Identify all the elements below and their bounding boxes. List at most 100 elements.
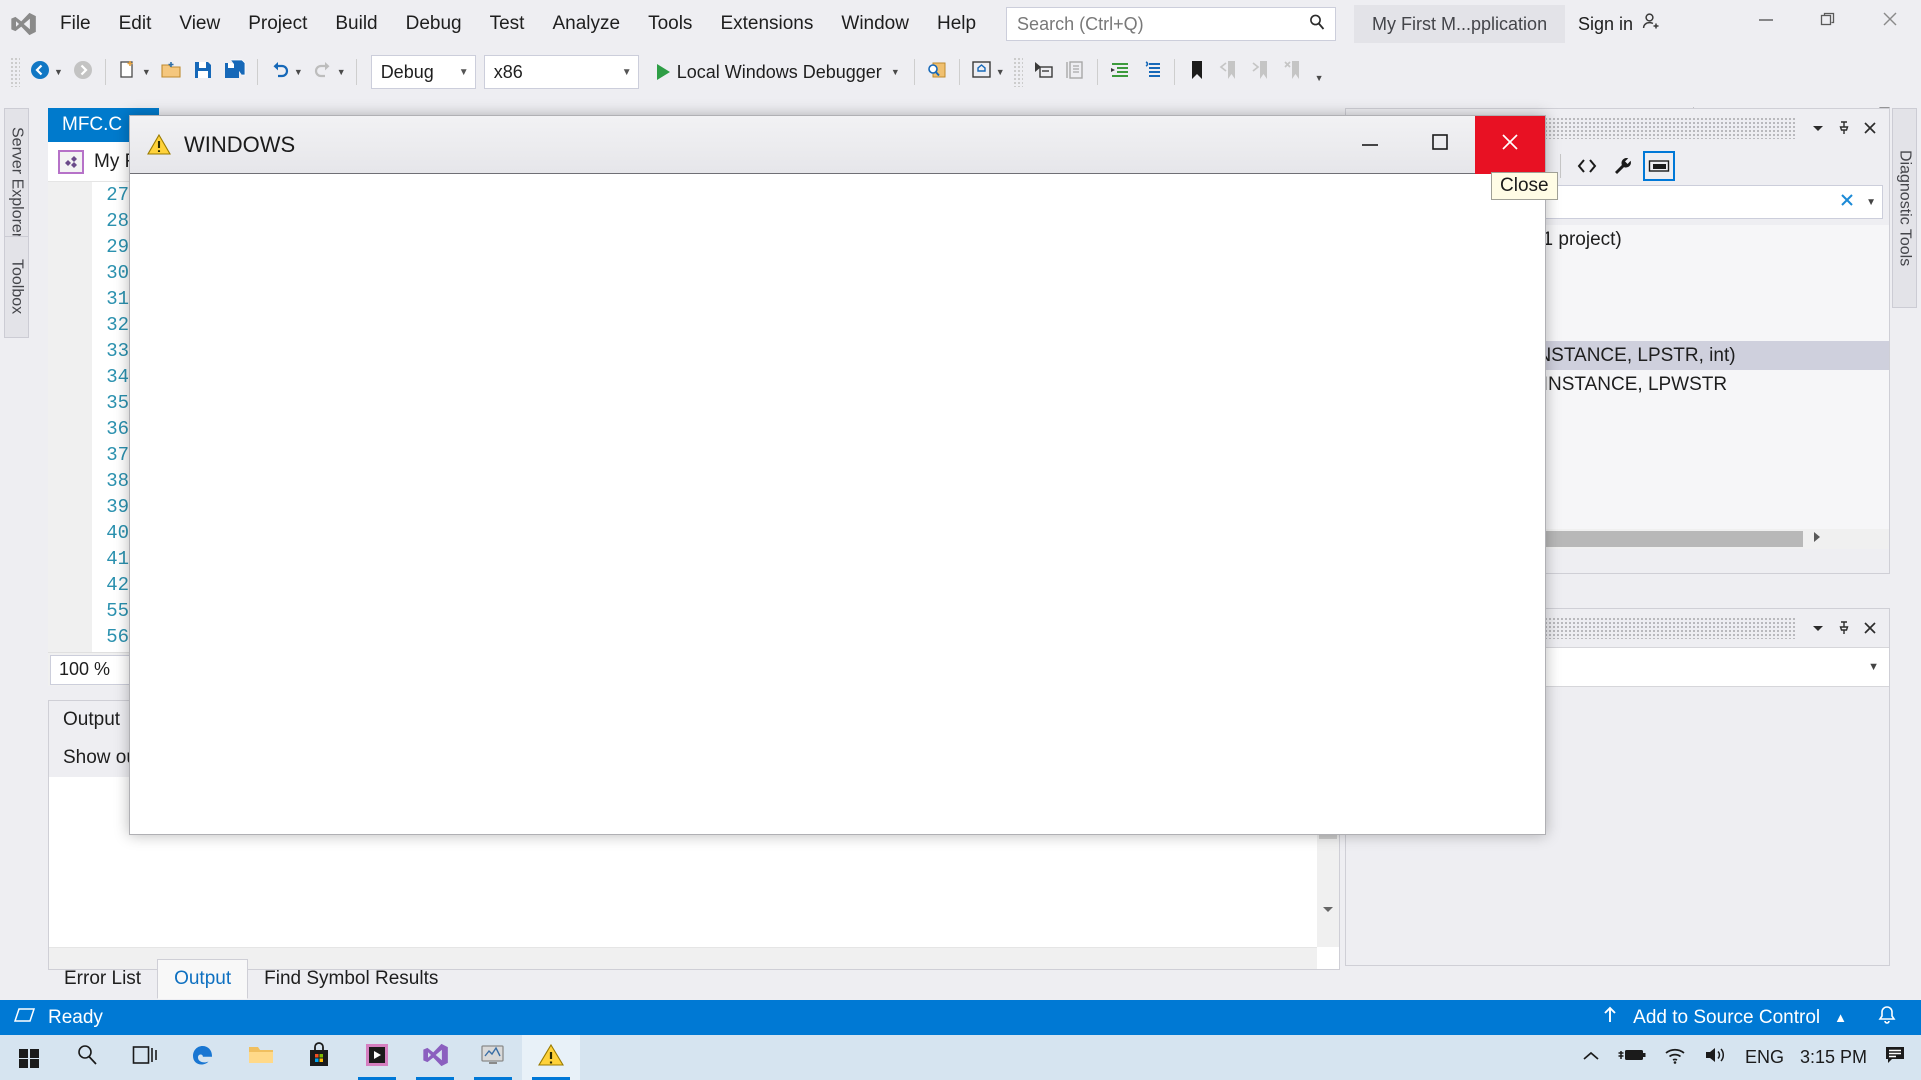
chevron-down-icon[interactable]: ▼ bbox=[996, 67, 1005, 77]
menu-item-extensions[interactable]: Extensions bbox=[706, 0, 827, 48]
task-view-button[interactable] bbox=[116, 1035, 174, 1080]
dialog-title-bar[interactable]: WINDOWS bbox=[130, 115, 1545, 174]
preview-pane-icon[interactable] bbox=[1643, 151, 1675, 181]
clear-icon[interactable] bbox=[1838, 191, 1856, 214]
taskbar-search-button[interactable] bbox=[58, 1035, 116, 1080]
warning-icon bbox=[537, 1042, 565, 1073]
menu-item-project[interactable]: Project bbox=[234, 0, 321, 48]
file-explorer-button[interactable] bbox=[232, 1035, 290, 1080]
restore-button[interactable] bbox=[1797, 0, 1859, 42]
save-button[interactable] bbox=[187, 53, 219, 91]
start-button[interactable] bbox=[0, 1035, 58, 1080]
menu-item-view[interactable]: View bbox=[165, 0, 234, 48]
windows-taskbar: ENG 3:15 PM bbox=[0, 1035, 1921, 1080]
chevron-up-icon[interactable] bbox=[1581, 1047, 1601, 1068]
add-to-source-control-label[interactable]: Add to Source Control bbox=[1633, 1007, 1820, 1029]
open-file-button[interactable] bbox=[155, 53, 187, 91]
menu-item-build[interactable]: Build bbox=[321, 0, 391, 48]
properties-close-button[interactable] bbox=[1857, 615, 1883, 641]
search-input[interactable] bbox=[1017, 13, 1308, 35]
chevron-down-icon[interactable]: ▼ bbox=[142, 67, 151, 77]
panel-menu-button[interactable] bbox=[1805, 115, 1831, 141]
find-in-files-button[interactable] bbox=[921, 53, 953, 91]
bell-icon[interactable] bbox=[1877, 1004, 1897, 1032]
scroll-right-icon[interactable] bbox=[1811, 530, 1823, 548]
wifi-icon[interactable] bbox=[1663, 1045, 1687, 1070]
wrench-icon[interactable] bbox=[1607, 151, 1639, 181]
clock-time[interactable]: 3:15 PM bbox=[1800, 1047, 1867, 1068]
undo-button[interactable]: ▼ bbox=[264, 53, 307, 91]
previous-bookmark-button[interactable] bbox=[1213, 53, 1245, 91]
next-bookmark-button[interactable] bbox=[1245, 53, 1277, 91]
chevron-up-icon[interactable]: ▲ bbox=[1834, 1010, 1847, 1025]
chevron-down-icon[interactable]: ▼ bbox=[1866, 197, 1876, 208]
toggle-bookmark-button[interactable] bbox=[1181, 53, 1213, 91]
toolbar-overflow-button[interactable]: ▼ bbox=[1315, 73, 1324, 83]
toolbar-grip[interactable] bbox=[1012, 57, 1023, 87]
view-code-icon[interactable] bbox=[1571, 151, 1603, 181]
line-number: 32 bbox=[106, 314, 129, 336]
chevron-down-icon[interactable]: ▼ bbox=[294, 67, 303, 77]
standard-toolbar: ▼ ▼ ▼ ▼ Debug ▼ x86 ▼ Local Windows Debu… bbox=[0, 48, 1921, 130]
decrease-indent-button[interactable] bbox=[1136, 53, 1168, 91]
properties-menu-button[interactable] bbox=[1805, 615, 1831, 641]
fold-margin[interactable] bbox=[74, 182, 92, 652]
redo-button[interactable]: ▼ bbox=[307, 53, 350, 91]
microsoft-edge-button[interactable] bbox=[174, 1035, 232, 1080]
battery-charging-icon[interactable] bbox=[1617, 1045, 1647, 1070]
media-player-button[interactable] bbox=[348, 1035, 406, 1080]
tab-find-symbol-results[interactable]: Find Symbol Results bbox=[248, 959, 454, 999]
sign-in-button[interactable]: Sign in bbox=[1570, 0, 1671, 48]
quick-launch-search[interactable] bbox=[1006, 7, 1337, 41]
action-center-icon[interactable] bbox=[1883, 1044, 1907, 1071]
tab-error-list[interactable]: Error List bbox=[48, 959, 157, 999]
increase-indent-button[interactable] bbox=[1104, 53, 1136, 91]
dialog-close-button[interactable] bbox=[1475, 115, 1545, 174]
minimize-button[interactable] bbox=[1735, 0, 1797, 42]
menu-item-edit[interactable]: Edit bbox=[105, 0, 166, 48]
chevron-down-icon[interactable]: ▼ bbox=[891, 67, 900, 77]
windows-dialog-taskbar-button[interactable] bbox=[522, 1035, 580, 1080]
chevron-down-icon[interactable]: ▼ bbox=[54, 67, 63, 77]
tool-window-button[interactable] bbox=[1059, 53, 1091, 91]
menu-item-tools[interactable]: Tools bbox=[634, 0, 706, 48]
menu-item-file[interactable]: File bbox=[46, 0, 105, 48]
properties-pin-button[interactable] bbox=[1831, 615, 1857, 641]
chevron-down-icon[interactable]: ▼ bbox=[337, 67, 346, 77]
toolbar-grip[interactable] bbox=[10, 57, 20, 87]
tab-output[interactable]: Output bbox=[157, 959, 249, 999]
volume-icon[interactable] bbox=[1703, 1045, 1729, 1070]
menu-item-window[interactable]: Window bbox=[827, 0, 923, 48]
menu-item-debug[interactable]: Debug bbox=[392, 0, 476, 48]
close-button[interactable] bbox=[1859, 0, 1921, 42]
panel-pin-button[interactable] bbox=[1831, 115, 1857, 141]
step-into-button[interactable] bbox=[1027, 53, 1059, 91]
menu-item-help[interactable]: Help bbox=[923, 0, 990, 48]
dialog-client-area[interactable] bbox=[130, 174, 1545, 834]
clear-bookmarks-button[interactable] bbox=[1277, 53, 1309, 91]
sidebar-item-diagnostic-tools[interactable]: Diagnostic Tools bbox=[1892, 108, 1917, 308]
new-item-button[interactable]: ▼ bbox=[112, 53, 155, 91]
sidebar-item-toolbox[interactable]: Toolbox bbox=[4, 236, 29, 338]
account-add-icon bbox=[1641, 11, 1663, 38]
microsoft-store-button[interactable] bbox=[290, 1035, 348, 1080]
menu-item-analyze[interactable]: Analyze bbox=[538, 0, 634, 48]
panel-close-button[interactable] bbox=[1857, 115, 1883, 141]
monitor-app-button[interactable] bbox=[464, 1035, 522, 1080]
dialog-maximize-button[interactable] bbox=[1405, 116, 1475, 174]
navigate-forward-button[interactable] bbox=[67, 53, 99, 91]
start-page-button[interactable]: ▼ bbox=[966, 53, 1009, 91]
glyph-margin[interactable] bbox=[48, 182, 74, 652]
solution-configuration-combo[interactable]: Debug ▼ bbox=[370, 55, 476, 89]
language-indicator[interactable]: ENG bbox=[1745, 1047, 1784, 1068]
navigate-back-button[interactable]: ▼ bbox=[24, 53, 67, 91]
solution-platform-combo[interactable]: x86 ▼ bbox=[483, 55, 639, 89]
menu-item-test[interactable]: Test bbox=[476, 0, 539, 48]
scroll-down-icon[interactable] bbox=[1319, 901, 1337, 919]
dialog-minimize-button[interactable] bbox=[1335, 116, 1405, 174]
bottom-tab-bar: Error List Output Find Symbol Results bbox=[48, 958, 1340, 1000]
visual-studio-window: File Edit View Project Build Debug Test … bbox=[0, 0, 1921, 1080]
start-debugging-button[interactable]: Local Windows Debugger ▼ bbox=[649, 53, 908, 91]
visual-studio-taskbar-button[interactable] bbox=[406, 1035, 464, 1080]
save-all-button[interactable] bbox=[219, 53, 251, 91]
